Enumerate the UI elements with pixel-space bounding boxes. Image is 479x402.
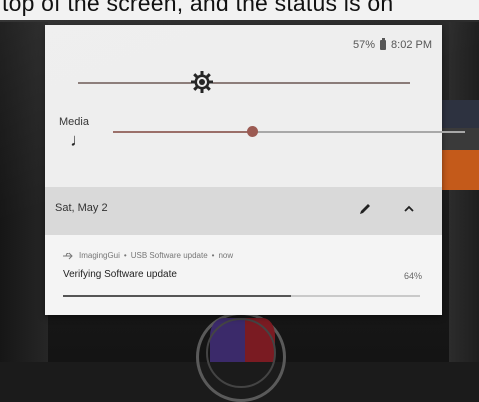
update-progress-bar bbox=[63, 295, 420, 297]
caption-text: top of the screen, and the status is on bbox=[2, 0, 394, 16]
notification-separator-2: • bbox=[211, 251, 215, 260]
battery-icon bbox=[380, 38, 387, 50]
brightness-icon[interactable] bbox=[190, 70, 214, 94]
notification-title: Verifying Software update bbox=[63, 269, 177, 280]
notification-percent: 64% bbox=[403, 271, 422, 281]
notification-time: now bbox=[218, 251, 234, 260]
chevron-up-icon[interactable] bbox=[403, 203, 415, 215]
notification-app-name: ImagingGui bbox=[79, 251, 120, 260]
battery-percent: 57% bbox=[353, 39, 376, 51]
device-logo-inner-ring bbox=[206, 318, 276, 388]
usb-update-notification[interactable]: ImagingGui • USB Software update • now V… bbox=[45, 235, 442, 315]
usb-icon bbox=[63, 252, 73, 259]
caption-strip: top of the screen, and the status is on bbox=[0, 0, 479, 22]
notification-header: ImagingGui • USB Software update • now bbox=[63, 251, 233, 260]
background-app-orange-block bbox=[440, 150, 479, 190]
media-volume-track-filled[interactable] bbox=[113, 131, 253, 133]
update-progress-fill bbox=[63, 295, 292, 297]
notification-shade: 57% 8:02 PM Media ♩ Sat, May 2 ImagingGu… bbox=[45, 25, 465, 315]
music-note-icon: ♩ bbox=[70, 130, 88, 150]
clock: 8:02 PM bbox=[391, 39, 432, 51]
status-bar: 57% 8:02 PM bbox=[353, 38, 432, 51]
media-volume-track[interactable] bbox=[253, 131, 465, 133]
device-bezel-right bbox=[449, 22, 479, 362]
media-label: Media bbox=[59, 116, 89, 128]
notification-channel: USB Software update bbox=[130, 251, 208, 260]
brightness-slider-track[interactable] bbox=[78, 82, 410, 84]
notification-separator: • bbox=[123, 251, 127, 260]
media-volume-thumb[interactable] bbox=[247, 126, 258, 137]
date-label: Sat, May 2 bbox=[55, 202, 108, 214]
pencil-icon[interactable] bbox=[357, 201, 373, 217]
quick-settings-footer: Sat, May 2 bbox=[45, 187, 442, 235]
background-app-strip bbox=[440, 100, 479, 128]
device-bezel-left bbox=[0, 22, 48, 362]
